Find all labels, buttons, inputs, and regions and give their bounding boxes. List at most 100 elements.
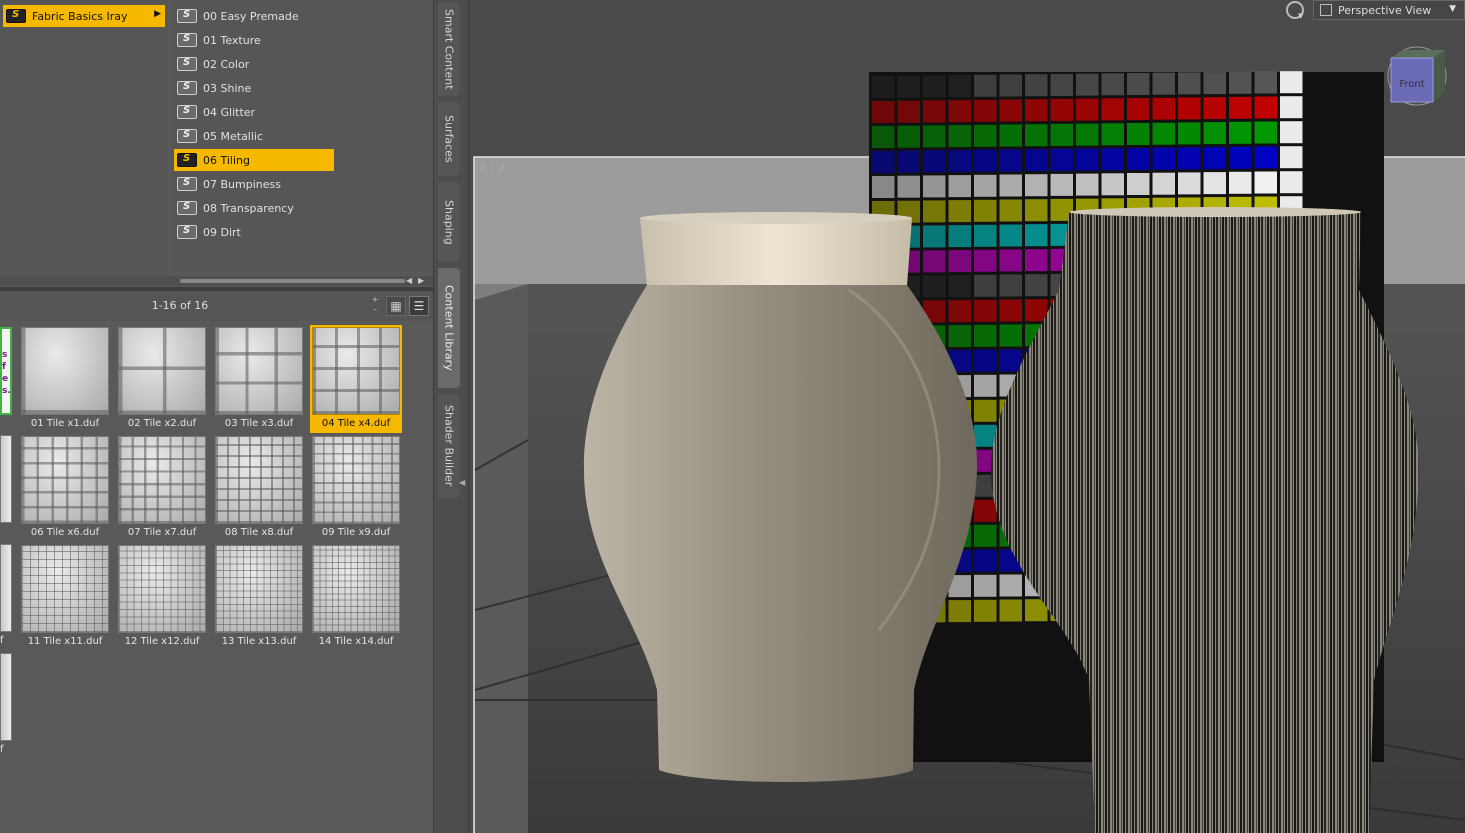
subfolder-label: 05 Metallic — [203, 129, 264, 143]
thumbnail-image — [215, 436, 303, 524]
material-preset-thumbnail[interactable]: 04 Tile x4.duf — [310, 325, 402, 433]
subfolder-item[interactable]: 01 Texture — [174, 29, 334, 51]
thumbnail-image — [215, 327, 303, 415]
dock-collapse-icon[interactable]: ◀ — [459, 478, 467, 494]
thumbnail-image — [21, 327, 109, 415]
thumbnail-label: 12 Tile x12.duf — [124, 636, 200, 647]
subfolder-item[interactable]: 02 Color — [174, 53, 334, 75]
folder-tree-column-1: Fabric Basics Iray ▶ — [0, 0, 168, 282]
view-name: Perspective View — [1338, 3, 1432, 17]
scene-render — [469, 0, 1465, 833]
smart-content-folder-icon — [6, 9, 26, 23]
chevron-down-icon[interactable]: ▼ — [1449, 4, 1456, 14]
tab-content-library[interactable]: Content Library — [438, 268, 460, 388]
subfolder-label: 08 Transparency — [203, 201, 294, 215]
list-view-icon[interactable]: ☰ — [409, 296, 429, 316]
side-tab-bar: Smart Content Surfaces Shaping Content L… — [433, 0, 469, 833]
smart-content-folder-icon — [177, 105, 197, 119]
grid-view-icon[interactable]: ▦ — [386, 296, 406, 316]
thumbnail-image — [118, 327, 206, 415]
material-preset-thumbnail[interactable]: 09 Tile x9.duf — [310, 434, 402, 542]
folder-fabric-basics-iray[interactable]: Fabric Basics Iray ▶ — [3, 5, 165, 27]
smart-content-folder-icon — [177, 153, 197, 167]
subfolder-label: 01 Texture — [203, 33, 261, 47]
expand-arrow-icon[interactable]: ▶ — [154, 9, 161, 19]
smart-content-folder-icon — [177, 57, 197, 71]
thumbnail-partial-label: f — [0, 635, 4, 646]
thumbnail-image — [118, 545, 206, 633]
readme-thumbnail-partial[interactable]: s f e s. — [0, 327, 12, 415]
scroll-left-icon[interactable]: ◀ — [406, 276, 412, 285]
tab-smart-content[interactable]: Smart Content — [438, 2, 460, 96]
thumbnail-label: 06 Tile x6.duf — [30, 527, 100, 538]
material-preset-thumbnail[interactable]: 03 Tile x3.duf — [213, 325, 305, 433]
thumbnail-label: 08 Tile x8.duf — [224, 527, 294, 538]
thumbnail-image — [21, 436, 109, 524]
scrollbar-thumb[interactable] — [180, 279, 405, 283]
subfolder-label: 03 Shine — [203, 81, 252, 95]
content-library-panel: Fabric Basics Iray ▶ 00 Easy Premade 01 T… — [0, 0, 433, 833]
thumbnail-label: 04 Tile x4.duf — [321, 418, 391, 429]
readme-text-line: s. — [2, 386, 11, 396]
subfolder-label: 02 Color — [203, 57, 250, 71]
viewport-layout-icon — [1320, 4, 1332, 16]
thumbnail-partial[interactable] — [0, 435, 12, 523]
material-preset-thumbnail[interactable]: 06 Tile x6.duf — [19, 434, 111, 542]
thumbnail-label: 07 Tile x7.duf — [127, 527, 197, 538]
subfolder-item[interactable]: 00 Easy Premade — [174, 5, 334, 27]
3d-viewport[interactable]: 3 : 2 ▼ Perspective View ▼ Front — [469, 0, 1465, 833]
material-preset-thumbnail[interactable]: 01 Tile x1.duf — [19, 325, 111, 433]
subfolder-item[interactable]: 08 Transparency — [174, 197, 334, 219]
chevron-down-icon[interactable]: ▼ — [1298, 12, 1303, 20]
subfolder-item[interactable]: 06 Tiling — [174, 149, 334, 171]
subfolder-label: 00 Easy Premade — [203, 9, 299, 23]
thumbnail-partial[interactable] — [0, 544, 12, 632]
thumbnail-image — [312, 436, 400, 524]
scroll-right-icon[interactable]: ▶ — [418, 276, 424, 285]
view-selector[interactable]: Perspective View ▼ — [1313, 0, 1465, 20]
thumbnail-partial[interactable] — [0, 653, 12, 741]
thumbnail-label: 13 Tile x13.duf — [221, 636, 297, 647]
material-preset-thumbnail[interactable]: 12 Tile x12.duf — [116, 543, 208, 651]
sort-toggle-icon[interactable]: + – — [370, 295, 380, 315]
readme-text-line: f — [2, 362, 6, 372]
material-preset-thumbnail[interactable]: 02 Tile x2.duf — [116, 325, 208, 433]
material-preset-thumbnail[interactable]: 07 Tile x7.duf — [116, 434, 208, 542]
subfolder-item[interactable]: 03 Shine — [174, 77, 334, 99]
subfolder-item[interactable]: 07 Bumpiness — [174, 173, 334, 195]
folder-tree-column-3 — [339, 0, 433, 272]
smart-content-folder-icon — [177, 225, 197, 239]
thumbnail-image — [215, 545, 303, 633]
subfolder-label: 06 Tiling — [203, 153, 250, 167]
readme-text-line: e — [2, 374, 9, 384]
readme-text-line: s — [2, 350, 8, 360]
subfolder-label: 04 Glitter — [203, 105, 256, 119]
aspect-ratio-label: 3 : 2 — [479, 162, 507, 173]
nav-cube-icon[interactable]: Front — [1387, 42, 1447, 106]
nav-cube-face-label: Front — [1399, 79, 1424, 90]
smart-content-folder-icon — [177, 81, 197, 95]
subfolder-item[interactable]: 05 Metallic — [174, 125, 334, 147]
subfolder-item[interactable]: 04 Glitter — [174, 101, 334, 123]
thumbnail-label: 11 Tile x11.duf — [27, 636, 103, 647]
thumbnail-image — [312, 327, 400, 415]
tab-shader-builder[interactable]: Shader Builder — [438, 394, 460, 498]
thumbnail-label: 01 Tile x1.duf — [30, 418, 100, 429]
tab-shaping[interactable]: Shaping — [438, 182, 460, 262]
folder-horizontal-scrollbar[interactable]: ◀ ▶ — [0, 276, 433, 286]
subfolder-label: 09 Dirt — [203, 225, 241, 239]
thumbnail-image — [118, 436, 206, 524]
smart-content-folder-icon — [177, 33, 197, 47]
subfolder-label: 07 Bumpiness — [203, 177, 281, 191]
material-preset-thumbnail[interactable]: 08 Tile x8.duf — [213, 434, 305, 542]
thumbnail-label: 03 Tile x3.duf — [224, 418, 294, 429]
material-preset-thumbnail[interactable]: 13 Tile x13.duf — [213, 543, 305, 651]
subfolder-item[interactable]: 09 Dirt — [174, 221, 334, 243]
tab-surfaces[interactable]: Surfaces — [438, 102, 460, 176]
material-preset-thumbnail[interactable]: 14 Tile x14.duf — [310, 543, 402, 651]
smart-content-folder-icon — [177, 9, 197, 23]
thumbnail-image — [312, 545, 400, 633]
smart-content-folder-icon — [177, 201, 197, 215]
smart-content-folder-icon — [177, 177, 197, 191]
material-preset-thumbnail[interactable]: 11 Tile x11.duf — [19, 543, 111, 651]
